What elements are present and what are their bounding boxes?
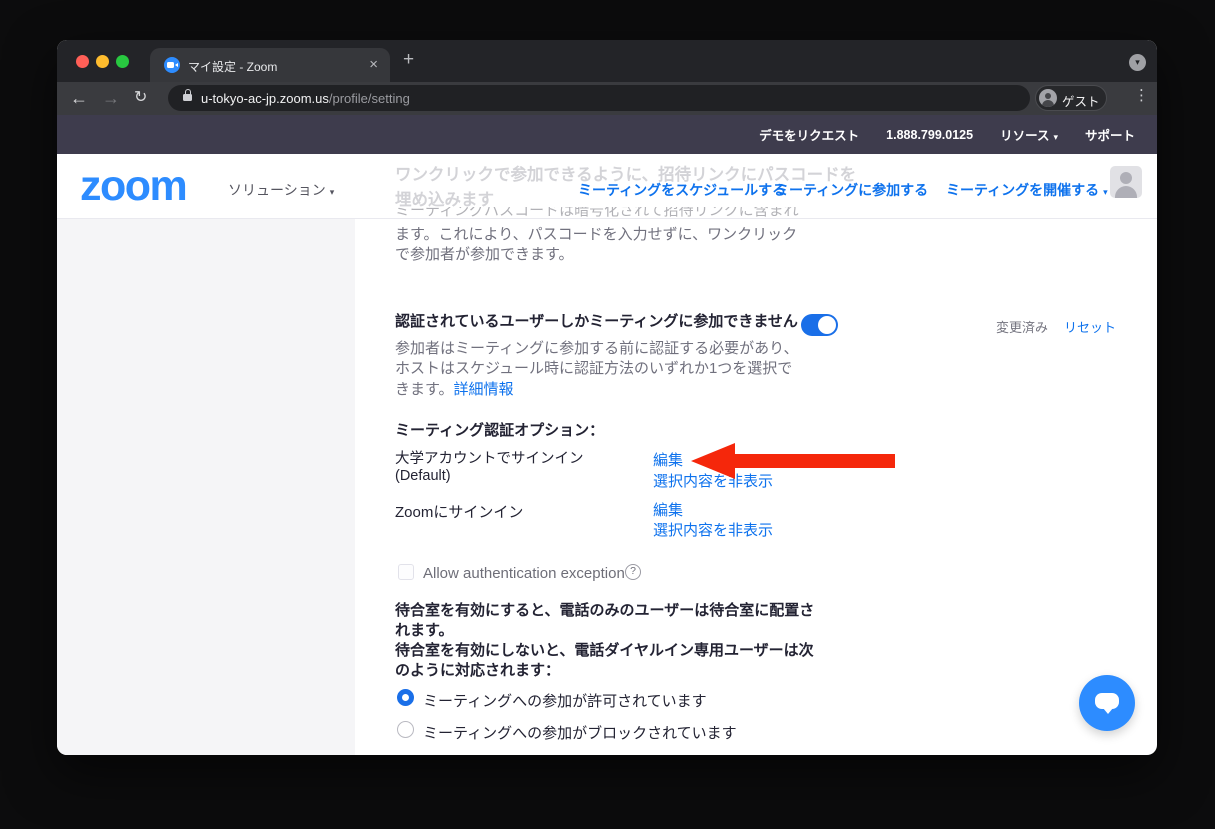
tab-close-icon[interactable]: × bbox=[369, 56, 378, 73]
radio-allow-join[interactable] bbox=[397, 689, 414, 706]
zoom-logo[interactable]: zoom bbox=[80, 162, 186, 210]
host-meeting-label: ミーティングを開催する bbox=[946, 182, 1099, 198]
guest-avatar-icon bbox=[1039, 89, 1057, 107]
active-tab[interactable]: マイ設定 - Zoom × bbox=[150, 48, 390, 82]
resources-menu[interactable]: リソース ▾ bbox=[1000, 125, 1058, 144]
avatar-head-icon bbox=[1120, 172, 1132, 184]
red-arrow-annotation bbox=[687, 441, 897, 481]
settings-sidebar bbox=[57, 219, 355, 755]
obscured-cut-text-line: ミーティングパスコードは暗号化されて招待リンクに含まれ bbox=[395, 207, 865, 218]
toggle-knob bbox=[818, 316, 836, 334]
avatar-head-icon bbox=[1045, 93, 1051, 99]
reload-icon[interactable]: ↻ bbox=[134, 85, 147, 111]
help-icon[interactable]: ? bbox=[625, 564, 641, 580]
camera-lens-icon bbox=[175, 63, 178, 67]
browser-toolbar: ← → ↻ u-tokyo-ac-jp.zoom.us/profile/sett… bbox=[57, 82, 1157, 115]
url-path: /profile/setting bbox=[329, 91, 410, 106]
chat-bubble-icon bbox=[1095, 693, 1119, 709]
auth-setting-toggle[interactable] bbox=[801, 314, 838, 336]
resources-label: リソース bbox=[1000, 129, 1049, 143]
request-demo-link[interactable]: デモをリクエスト bbox=[759, 125, 859, 144]
solutions-menu[interactable]: ソリューション ▾ bbox=[228, 180, 334, 200]
chevron-down-icon: ▾ bbox=[330, 187, 335, 197]
tab-title: マイ設定 - Zoom bbox=[188, 58, 277, 75]
browser-tab-strip: マイ設定 - Zoom × + ▾ bbox=[57, 40, 1157, 82]
support-link[interactable]: サポート bbox=[1085, 125, 1135, 144]
browser-menu-icon[interactable]: ⋮ bbox=[1134, 86, 1149, 104]
back-icon[interactable]: ← bbox=[70, 85, 88, 111]
avatar-body-icon bbox=[1115, 186, 1137, 198]
obscured-cut-text: ミーティングパスコードは暗号化されて招待リンクに含まれ bbox=[395, 207, 865, 218]
auth-setting-title: 認証されているユーザーしかミーティングに参加できません bbox=[395, 313, 798, 331]
modified-status-label: 変更済み bbox=[996, 317, 1048, 336]
guest-label: ゲスト bbox=[1062, 91, 1100, 110]
chat-bubble-tail-icon bbox=[1103, 708, 1113, 714]
auth-option-zoom-actions: 編集 選択内容を非表示 bbox=[653, 501, 773, 541]
user-avatar[interactable] bbox=[1110, 166, 1142, 198]
host-meeting-menu[interactable]: ミーティングを開催する ▾ bbox=[946, 180, 1108, 200]
chat-support-button[interactable] bbox=[1079, 675, 1135, 731]
learn-more-link[interactable]: 詳細情報 bbox=[454, 381, 514, 398]
browser-window: マイ設定 - Zoom × + ▾ ← → ↻ u-tokyo-ac-jp.zo… bbox=[57, 40, 1157, 755]
desktop-background: マイ設定 - Zoom × + ▾ ← → ↻ u-tokyo-ac-jp.zo… bbox=[0, 0, 1215, 829]
schedule-meeting-link[interactable]: ミーティングをスケジュールする bbox=[578, 180, 786, 200]
url-domain: u-tokyo-ac-jp.zoom.us bbox=[201, 91, 329, 106]
solutions-label: ソリューション bbox=[228, 182, 326, 198]
edit-link[interactable]: 編集 bbox=[653, 501, 773, 521]
auth-option-zoom-label: Zoomにサインイン bbox=[395, 501, 523, 522]
avatar-body-icon bbox=[1042, 100, 1054, 108]
radio-block-join[interactable] bbox=[397, 721, 414, 738]
chevron-down-icon: ▾ bbox=[1053, 132, 1058, 142]
window-minimize-button[interactable] bbox=[96, 55, 109, 68]
camera-icon bbox=[167, 62, 174, 68]
auth-option-university-label: 大学アカウントでサインイン (Default) bbox=[395, 451, 584, 484]
embed-passcode-description: ます。これにより、パスコードを入力せずに、ワンクリック で参加者が参加できます。 bbox=[395, 225, 797, 265]
window-close-button[interactable] bbox=[76, 55, 89, 68]
address-bar[interactable]: u-tokyo-ac-jp.zoom.us/profile/setting bbox=[168, 85, 1030, 111]
zoom-site-header: ワンクリックで参加できるように、招待リンクにパスコードを 埋め込みます ミーティ… bbox=[57, 154, 1157, 219]
auth-options-heading: ミーティング認証オプション： bbox=[395, 419, 604, 440]
auth-setting-description: 参加者はミーティングに参加する前に認証する必要があり、 ホストはスケジュール時に… bbox=[395, 339, 799, 400]
reset-link[interactable]: リセット bbox=[1064, 317, 1116, 336]
url-text: u-tokyo-ac-jp.zoom.us/profile/setting bbox=[201, 91, 410, 106]
radio-allow-join-label: ミーティングへの参加が許可されています bbox=[423, 690, 707, 711]
lock-icon bbox=[183, 94, 192, 101]
window-zoom-button[interactable] bbox=[116, 55, 129, 68]
hide-selection-link[interactable]: 選択内容を非表示 bbox=[653, 521, 773, 541]
radio-block-join-label: ミーティングへの参加がブロックされています bbox=[423, 722, 737, 743]
forward-icon[interactable]: → bbox=[102, 85, 120, 111]
browser-profile-button[interactable]: ゲスト bbox=[1035, 85, 1107, 111]
waiting-room-paragraph-2: 待合室を有効にしないと、電話ダイヤルイン専用ユーザーは次 のように対応されます： bbox=[395, 641, 814, 680]
auth-exception-checkbox[interactable] bbox=[398, 564, 414, 580]
join-meeting-link[interactable]: ミーティングに参加する bbox=[775, 180, 928, 200]
chevron-down-icon: ▾ bbox=[1103, 187, 1108, 197]
tab-search-button[interactable]: ▾ bbox=[1129, 54, 1146, 71]
phone-number-link[interactable]: 1.888.799.0125 bbox=[886, 128, 973, 142]
zoom-favicon-icon bbox=[164, 57, 180, 73]
zoom-top-bar: デモをリクエスト 1.888.799.0125 リソース ▾ サポート bbox=[57, 115, 1157, 154]
waiting-room-paragraph-1: 待合室を有効にすると、電話のみのユーザーは待合室に配置さ れます。 bbox=[395, 601, 814, 640]
auth-exception-label: Allow authentication exception bbox=[423, 565, 625, 582]
new-tab-button[interactable]: + bbox=[403, 49, 414, 71]
